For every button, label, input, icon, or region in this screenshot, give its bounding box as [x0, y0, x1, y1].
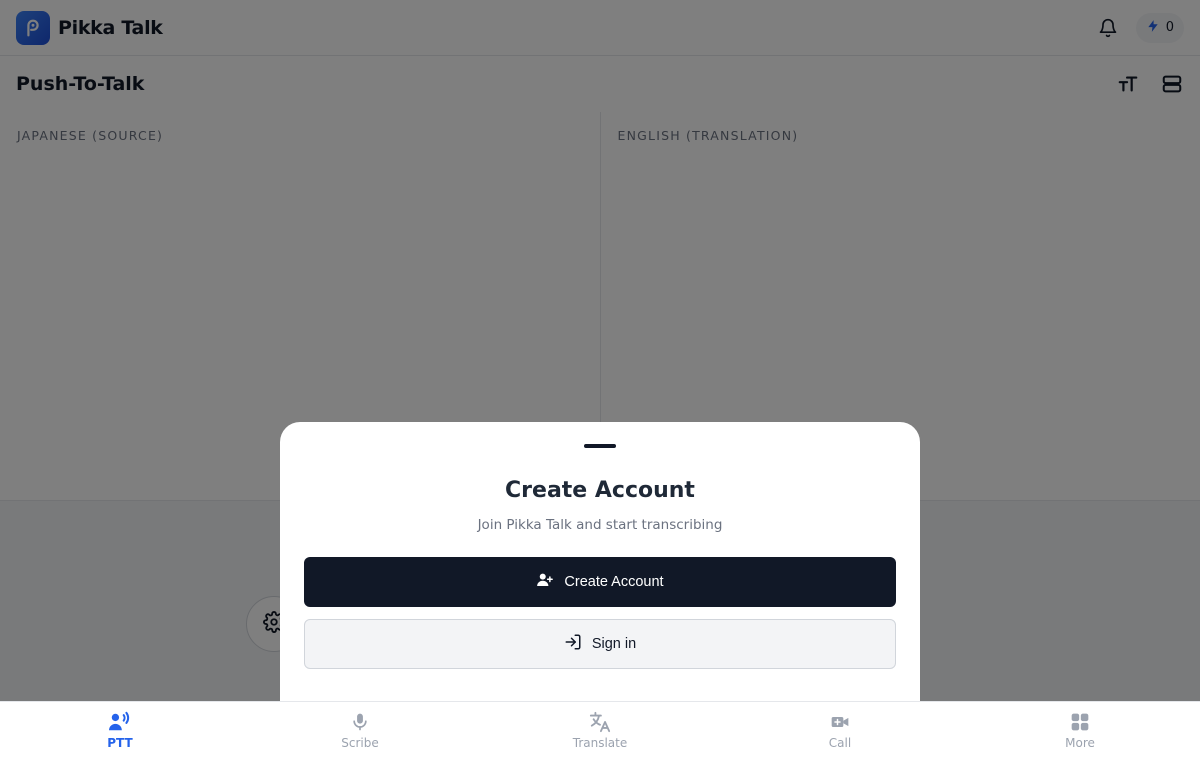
- nav-label-translate: Translate: [572, 735, 628, 750]
- sign-in-button[interactable]: Sign in: [304, 619, 896, 669]
- nav-label-more: More: [1065, 735, 1095, 750]
- nav-label-ptt: PTT: [107, 735, 133, 750]
- user-plus-icon: [536, 571, 554, 593]
- ptt-icon: [108, 710, 132, 734]
- translate-icon: [588, 710, 612, 734]
- create-account-sheet: Create Account Join Pikka Talk and start…: [280, 422, 920, 722]
- nav-item-call[interactable]: Call: [720, 702, 960, 757]
- nav-label-scribe: Scribe: [341, 735, 379, 750]
- video-call-icon: [828, 710, 852, 734]
- nav-item-more[interactable]: More: [960, 702, 1200, 757]
- sheet-title: Create Account: [505, 478, 695, 503]
- nav-label-call: Call: [828, 735, 852, 750]
- create-account-label: Create Account: [564, 574, 664, 590]
- nav-item-scribe[interactable]: Scribe: [240, 702, 480, 757]
- sheet-subtitle: Join Pikka Talk and start transcribing: [477, 517, 723, 533]
- create-account-button[interactable]: Create Account: [304, 557, 896, 607]
- nav-item-ptt[interactable]: PTT: [0, 702, 240, 757]
- nav-item-translate[interactable]: Translate: [480, 702, 720, 757]
- microphone-icon: [348, 710, 372, 734]
- bottom-nav: PTT Scribe Translate Call More: [0, 701, 1200, 757]
- sheet-drag-handle[interactable]: [584, 444, 616, 448]
- grid-icon: [1068, 710, 1092, 734]
- sign-in-icon: [564, 633, 582, 655]
- sign-in-label: Sign in: [591, 636, 637, 652]
